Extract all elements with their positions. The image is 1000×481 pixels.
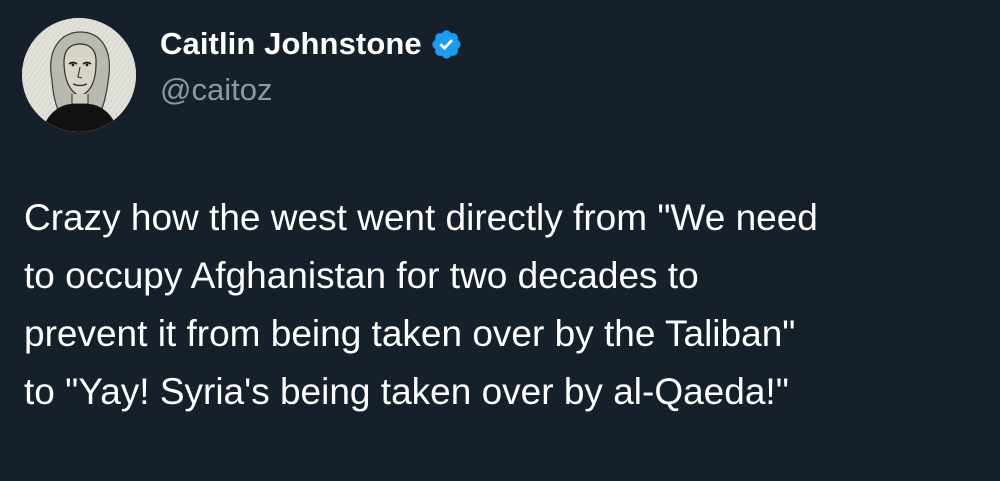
avatar-portrait-illustration <box>22 18 136 132</box>
tweet-text-line: to "Yay! Syria's being taken over by al-… <box>24 371 789 412</box>
tweet-card: Caitlin Johnstone @caitoz Crazy how the … <box>0 0 1000 481</box>
tweet-text-line: Crazy how the west went directly from "W… <box>24 197 818 238</box>
tweet-text-line: prevent it from being taken over by the … <box>24 313 796 354</box>
verified-badge-icon[interactable] <box>430 28 463 61</box>
tweet-text: Crazy how the west went directly from "W… <box>24 189 984 421</box>
author-handle[interactable]: @caitoz <box>160 70 272 110</box>
tweet-text-line: to occupy Afghanistan for two decades to <box>24 255 699 296</box>
avatar[interactable] <box>22 18 136 132</box>
author-display-name[interactable]: Caitlin Johnstone <box>160 24 422 64</box>
author-name-row: Caitlin Johnstone <box>160 24 463 64</box>
